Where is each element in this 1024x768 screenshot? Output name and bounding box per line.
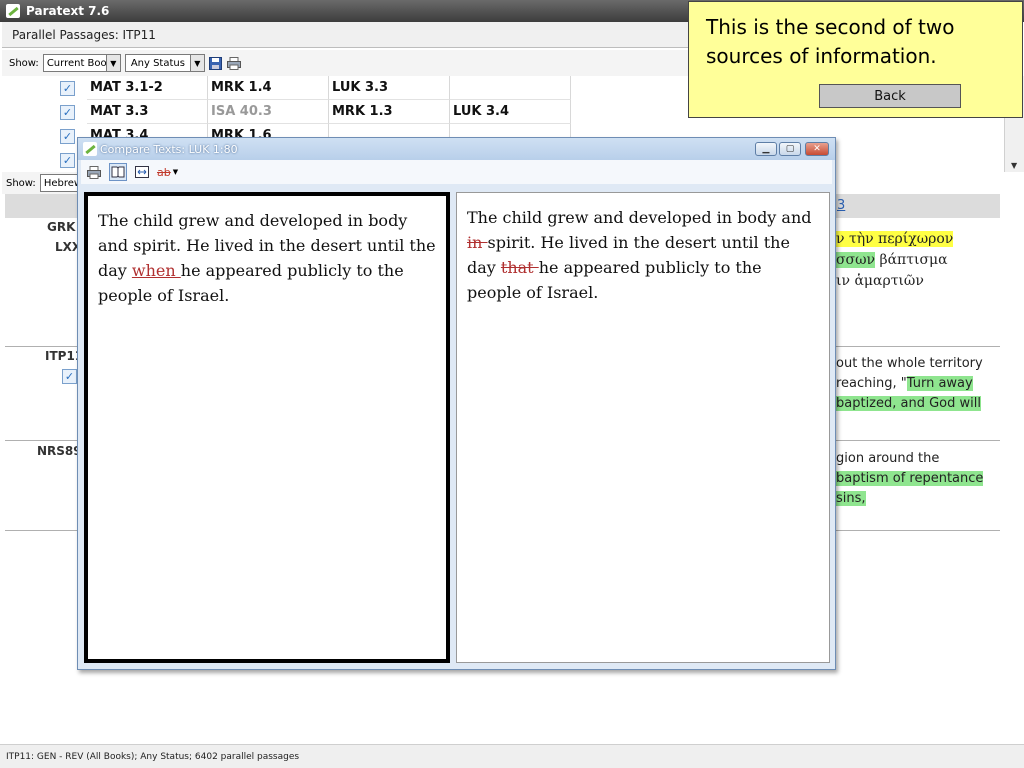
dialog-toolbar: ab ▼	[81, 160, 832, 184]
book-icon[interactable]	[109, 163, 127, 181]
itp-line-highlight: baptized, and God will	[836, 396, 981, 411]
deleted-text: that	[500, 258, 539, 277]
passage-cell: MRK 1.3	[329, 100, 450, 124]
passage-cell: ISA 40.3	[208, 100, 329, 124]
right-compare-pane[interactable]: The child grew and developed in body and…	[456, 192, 830, 663]
paratext-app: Paratext 7.6 Parallel Passages: ITP11 Sh…	[0, 0, 1024, 768]
checkbox-icon[interactable]: ✓	[60, 80, 75, 96]
passage-cell: MAT 3.1-2	[87, 76, 208, 100]
row-label-nrs89: NRS89	[37, 444, 82, 458]
close-icon[interactable]: ✕	[805, 142, 829, 156]
fit-width-icon[interactable]	[133, 163, 151, 181]
text-segment: The child grew and developed in body and	[467, 208, 812, 227]
chevron-down-icon: ▼	[189, 55, 204, 71]
itp-line: out the whole territory	[836, 356, 983, 371]
spellcheck-icon[interactable]: ab	[157, 166, 171, 179]
dialog-title-bar[interactable]: Compare Texts: LUK 1:80	[78, 138, 835, 160]
chevron-down-icon[interactable]: ▼	[1011, 161, 1017, 170]
window-title: Paratext 7.6	[26, 4, 110, 18]
row-checkbox[interactable]: ✓	[62, 367, 77, 385]
minimize-icon[interactable]: ▁	[755, 142, 777, 156]
passage-cell	[450, 76, 571, 100]
checkbox-icon[interactable]: ✓	[60, 152, 75, 168]
nrs-line-highlight: baptism of repentance	[836, 471, 984, 486]
print-icon[interactable]	[85, 163, 103, 181]
greek-line: ιν ἁμαρτιῶν	[836, 273, 924, 289]
checkbox-icon[interactable]: ✓	[60, 128, 75, 144]
app-icon	[6, 4, 20, 18]
greek-line: βάπτισμα	[875, 252, 948, 268]
status-filter-select[interactable]: Any Status ▼	[124, 54, 205, 72]
itp-line-highlight: Turn away	[906, 376, 973, 391]
callout-message: This is the second of two sources of inf…	[706, 15, 955, 68]
text-toolbar: Show: Hebrew	[2, 172, 82, 194]
passage-row[interactable]: ✓ MAT 3.3 ISA 40.3 MRK 1.3 LUK 3.4	[60, 100, 571, 124]
nrs89-text: gion around the baptism of repentance si…	[836, 449, 996, 509]
nrs-line-highlight: sins,	[836, 491, 866, 506]
dialog-title: Compare Texts: LUK 1:80	[100, 142, 238, 156]
text-filter-select[interactable]: Hebrew	[39, 174, 82, 192]
chevron-down-icon[interactable]: ▼	[173, 168, 178, 176]
show-label: Show:	[9, 57, 39, 69]
reference-link[interactable]: 3	[837, 198, 845, 213]
print-icon[interactable]	[226, 56, 241, 70]
checkbox-icon[interactable]: ✓	[62, 368, 77, 384]
row-label-grk: GRK	[47, 220, 76, 234]
greek-line: σσων	[836, 252, 876, 268]
compare-texts-dialog: Compare Texts: LUK 1:80 ▁ ▢ ✕ ab ▼ The c…	[77, 137, 836, 670]
greek-text: ν τὴν περίχωρον σσων βάπτισμα ιν ἁμαρτιῶ…	[836, 229, 996, 292]
checkbox-icon[interactable]: ✓	[60, 104, 75, 120]
passage-row[interactable]: ✓ MAT 3.1-2 MRK 1.4 LUK 3.3	[60, 76, 571, 100]
book-filter-select[interactable]: Current Book ▼	[42, 54, 121, 72]
greek-line: ν τὴν περίχωρον	[836, 231, 954, 247]
save-icon[interactable]	[209, 56, 223, 70]
passage-cell: MAT 3.3	[87, 100, 208, 124]
app-icon	[83, 142, 97, 156]
status-bar: ITP11: GEN - REV (All Books); Any Status…	[0, 744, 1024, 768]
left-compare-pane[interactable]: The child grew and developed in body and…	[84, 192, 450, 663]
show-label: Show:	[6, 177, 36, 189]
deleted-text: in	[467, 233, 488, 252]
nrs-line: gion around the	[836, 451, 940, 466]
chevron-down-icon: ▼	[105, 55, 120, 71]
itp-line: reaching, "	[836, 376, 907, 391]
passage-cell: MRK 1.4	[208, 76, 329, 100]
itp11-text: out the whole territory reaching, "Turn …	[836, 354, 996, 414]
tutorial-callout: This is the second of two sources of inf…	[688, 1, 1023, 118]
passage-cell: LUK 3.4	[450, 100, 571, 124]
passage-cell: LUK 3.3	[329, 76, 450, 100]
maximize-icon[interactable]: ▢	[779, 142, 801, 156]
back-button[interactable]: Back	[819, 84, 961, 108]
inserted-text: when	[131, 261, 181, 280]
